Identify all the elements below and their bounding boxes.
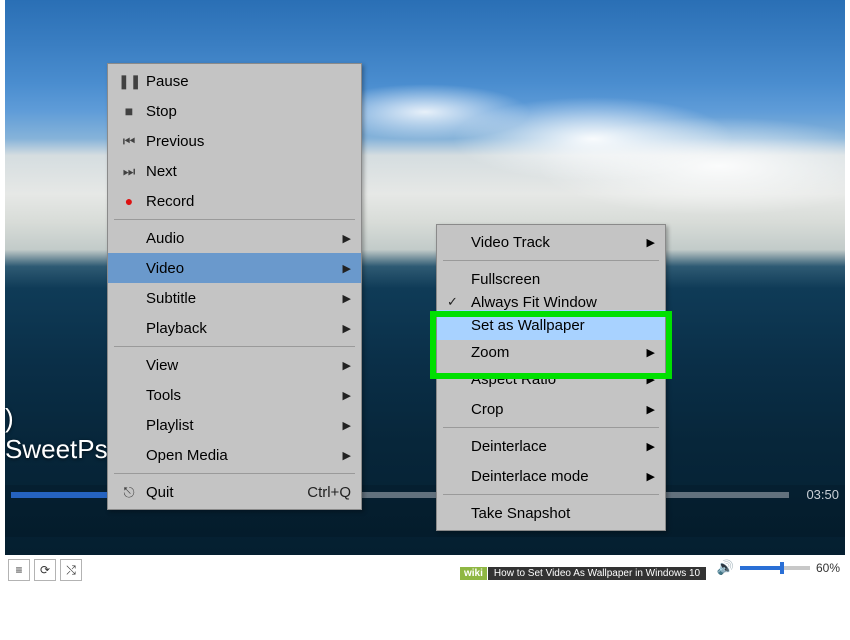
volume-control[interactable]: 🔊 60% (717, 559, 840, 576)
menu-label: View (118, 357, 333, 374)
menu-label: Record (140, 193, 351, 210)
menu-label: Audio (118, 230, 333, 247)
menu-item-previous[interactable]: ⏮ Previous (108, 126, 361, 156)
chevron-right-icon: ▶ (333, 389, 351, 402)
menu-separator (114, 473, 355, 474)
menu-label: Always Fit Window (471, 294, 597, 310)
volume-knob[interactable] (780, 562, 784, 574)
volume-fill (740, 566, 782, 570)
menu-label: Tools (118, 387, 333, 404)
pause-icon: ❚❚ (118, 73, 140, 90)
menu-item-playback[interactable]: Playback ▶ (108, 313, 361, 343)
menu-label: Previous (140, 133, 351, 150)
menu-item-stop[interactable]: ■ Stop (108, 96, 361, 126)
menu-label: Subtitle (118, 290, 333, 307)
menu-item-video[interactable]: Video ▶ (108, 253, 361, 283)
menu-separator (443, 494, 659, 495)
menu-label: Next (140, 163, 351, 180)
menu-label: Aspect Ratio (471, 371, 556, 388)
menu-item-audio[interactable]: Audio ▶ (108, 223, 361, 253)
previous-icon: ⏮ (118, 133, 140, 150)
menu-item-playlist[interactable]: Playlist ▶ (108, 410, 361, 440)
menu-item-open-media[interactable]: Open Media ▶ (108, 440, 361, 470)
chevron-right-icon: ▶ (333, 262, 351, 275)
playlist-toggle-button[interactable]: ≡ (8, 559, 30, 581)
menu-separator (114, 346, 355, 347)
menu-item-subtitle[interactable]: Subtitle ▶ (108, 283, 361, 313)
menu-label: Video (118, 260, 333, 277)
menu-item-quit[interactable]: ⎋ Quit Ctrl+Q (108, 477, 361, 507)
menu-label: Set as Wallpaper (471, 317, 585, 334)
context-menu-video: Video Track ▶ Fullscreen ✓ Always Fit Wi… (436, 224, 666, 531)
menu-label: Crop (471, 401, 504, 418)
menu-label: Open Media (118, 447, 333, 464)
chevron-right-icon: ▶ (333, 419, 351, 432)
chevron-right-icon: ▶ (333, 292, 351, 305)
stop-icon: ■ (118, 103, 140, 119)
submenu-item-video-track[interactable]: Video Track ▶ (437, 227, 665, 257)
wikihow-logo: wiki (460, 567, 487, 580)
chevron-right-icon: ▶ (647, 403, 655, 416)
menu-separator (443, 260, 659, 261)
submenu-item-always-fit[interactable]: ✓ Always Fit Window (437, 294, 665, 310)
submenu-item-zoom[interactable]: Zoom ▶ (437, 340, 665, 364)
wikihow-watermark: wiki How to Set Video As Wallpaper in Wi… (460, 564, 706, 582)
menu-label: Quit (140, 484, 287, 501)
menu-item-view[interactable]: View ▶ (108, 350, 361, 380)
menu-label: Playback (118, 320, 333, 337)
volume-track[interactable] (740, 566, 810, 570)
menu-item-tools[interactable]: Tools ▶ (108, 380, 361, 410)
menu-label: Stop (140, 103, 351, 120)
chevron-right-icon: ▶ (647, 373, 655, 386)
chevron-right-icon: ▶ (333, 322, 351, 335)
menu-label: Zoom (471, 344, 509, 361)
menu-label: Pause (140, 73, 351, 90)
menu-item-pause[interactable]: ❚❚ Pause (108, 66, 361, 96)
record-icon: ● (118, 193, 140, 209)
submenu-item-deinterlace[interactable]: Deinterlace ▶ (437, 431, 665, 461)
submenu-item-crop[interactable]: Crop ▶ (437, 394, 665, 424)
speaker-icon[interactable]: 🔊 (717, 559, 734, 576)
chevron-right-icon: ▶ (333, 232, 351, 245)
submenu-item-aspect-ratio[interactable]: Aspect Ratio ▶ (437, 364, 665, 394)
bottom-button-group: ≡ ⟳ ⤭ (8, 559, 82, 581)
submenu-item-deinterlace-mode[interactable]: Deinterlace mode ▶ (437, 461, 665, 491)
repeat-button[interactable]: ⟳ (34, 559, 56, 581)
chevron-right-icon: ▶ (647, 440, 655, 453)
chevron-right-icon: ▶ (647, 346, 655, 359)
chevron-right-icon: ▶ (647, 236, 655, 249)
menu-label: Playlist (118, 417, 333, 434)
chevron-right-icon: ▶ (647, 470, 655, 483)
next-icon: ⏭ (118, 163, 140, 180)
menu-separator (443, 427, 659, 428)
menu-label: Fullscreen (471, 271, 540, 288)
menu-shortcut: Ctrl+Q (287, 484, 351, 501)
submenu-item-fullscreen[interactable]: Fullscreen (437, 264, 665, 294)
submenu-item-set-wallpaper[interactable]: Set as Wallpaper (437, 310, 665, 340)
check-icon: ✓ (447, 294, 458, 310)
bottom-toolbar: ≡ ⟳ ⤭ 🔊 60% (5, 555, 845, 585)
context-menu-main: ❚❚ Pause ■ Stop ⏮ Previous ⏭ Next ● Reco… (107, 63, 362, 510)
menu-label: Deinterlace mode (471, 468, 589, 485)
submenu-item-take-snapshot[interactable]: Take Snapshot (437, 498, 665, 528)
wikihow-caption: How to Set Video As Wallpaper in Windows… (488, 567, 706, 580)
menu-separator (114, 219, 355, 220)
chevron-right-icon: ▶ (333, 449, 351, 462)
menu-item-record[interactable]: ● Record (108, 186, 361, 216)
menu-label: Take Snapshot (471, 505, 570, 522)
menu-label: Deinterlace (471, 438, 547, 455)
chevron-right-icon: ▶ (333, 359, 351, 372)
volume-label: 60% (816, 561, 840, 575)
menu-item-next[interactable]: ⏭ Next (108, 156, 361, 186)
menu-label: Video Track (471, 234, 550, 251)
quit-icon: ⎋ (118, 484, 140, 501)
shuffle-button[interactable]: ⤭ (60, 559, 82, 581)
